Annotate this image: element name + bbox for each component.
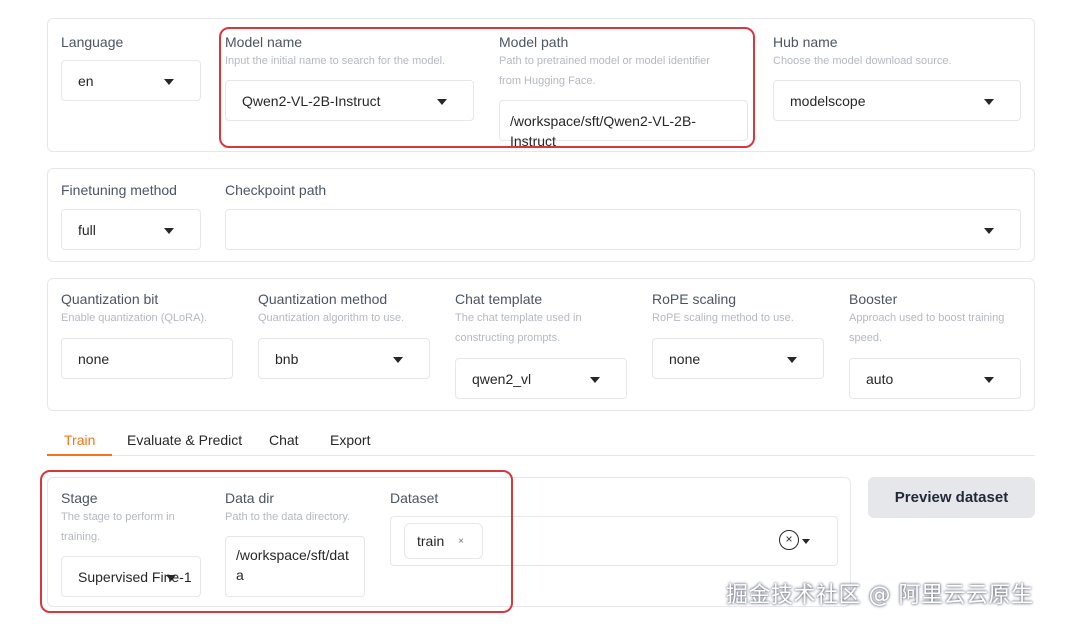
chevron-down-icon [590, 376, 600, 383]
booster-select[interactable]: auto [849, 358, 1021, 399]
chevron-down-icon [164, 227, 174, 234]
hub-name-hint: Choose the model download source. [773, 55, 952, 67]
finetune-method-value: full [78, 221, 96, 238]
hub-name-field: Hub name Choose the model download sourc… [773, 34, 952, 71]
finetune-method-field: Finetuning method [61, 182, 177, 198]
chevron-down-icon [164, 78, 174, 85]
chat-template-select[interactable]: qwen2_vl [455, 358, 627, 399]
chat-template-label: Chat template [455, 291, 543, 307]
chat-template-field: Chat template The chat template used in … [455, 291, 582, 348]
hub-name-select[interactable]: modelscope [773, 80, 1021, 121]
chat-template-hint-line1: The chat template used in [455, 312, 582, 324]
tab-bar: Train Evaluate & Predict Chat Export [47, 426, 1035, 456]
quant-method-field: Quantization method Quantization algorit… [258, 291, 404, 328]
booster-label: Booster [849, 291, 898, 307]
booster-hint-line2: speed. [849, 332, 883, 344]
language-label: Language [61, 34, 124, 50]
finetune-method-label: Finetuning method [61, 182, 177, 198]
chat-template-hint-line2: constructing prompts. [455, 332, 561, 344]
finetune-method-select[interactable]: full [61, 209, 201, 250]
quant-bit-select[interactable]: none [61, 338, 233, 379]
quant-method-select[interactable]: bnb [258, 338, 430, 379]
checkpoint-label: Checkpoint path [225, 182, 327, 198]
checkpoint-select[interactable] [225, 209, 1021, 250]
rope-select[interactable]: none [652, 338, 824, 379]
rope-hint: RoPE scaling method to use. [652, 312, 794, 324]
booster-hint-line1: Approach used to boost training [849, 312, 1005, 324]
chevron-down-icon [393, 356, 403, 363]
tab-train[interactable]: Train [64, 432, 95, 448]
quant-method-value: bnb [275, 350, 299, 367]
rope-field: RoPE scaling RoPE scaling method to use. [652, 291, 794, 328]
chevron-down-icon [984, 376, 994, 383]
model-highlight-box [219, 27, 755, 148]
language-select[interactable]: en [61, 60, 201, 101]
language-value: en [78, 72, 94, 89]
tab-chat[interactable]: Chat [269, 432, 299, 448]
clear-selection-icon[interactable]: × [779, 530, 799, 550]
chat-template-value: qwen2_vl [472, 370, 532, 387]
quant-bit-field: Quantization bit Enable quantization (QL… [61, 291, 207, 328]
train-highlight-box [40, 470, 513, 613]
language-field: Language [61, 34, 123, 50]
quant-method-hint: Quantization algorithm to use. [258, 312, 405, 324]
quant-method-label: Quantization method [258, 291, 388, 307]
rope-label: RoPE scaling [652, 291, 737, 307]
active-tab-indicator [47, 454, 112, 456]
booster-value: auto [866, 370, 894, 387]
hub-name-label: Hub name [773, 34, 838, 50]
preview-dataset-button[interactable]: Preview dataset [868, 477, 1035, 518]
checkpoint-field: Checkpoint path [225, 182, 326, 198]
chevron-down-icon [984, 98, 994, 105]
quant-bit-value: none [78, 350, 110, 367]
chevron-down-icon [984, 227, 994, 234]
quant-bit-hint: Enable quantization (QLoRA). [61, 312, 208, 324]
quant-bit-label: Quantization bit [61, 291, 159, 307]
hub-name-value: modelscope [790, 92, 866, 109]
chevron-down-icon [802, 539, 810, 544]
watermark-text: 掘金技术社区 @ 阿里云云原生 [726, 583, 1034, 608]
tab-export[interactable]: Export [330, 432, 370, 448]
chevron-down-icon [787, 356, 797, 363]
tab-evaluate-predict[interactable]: Evaluate & Predict [127, 432, 242, 448]
booster-field: Booster Approach used to boost training … [849, 291, 1004, 348]
rope-value: none [669, 350, 701, 367]
